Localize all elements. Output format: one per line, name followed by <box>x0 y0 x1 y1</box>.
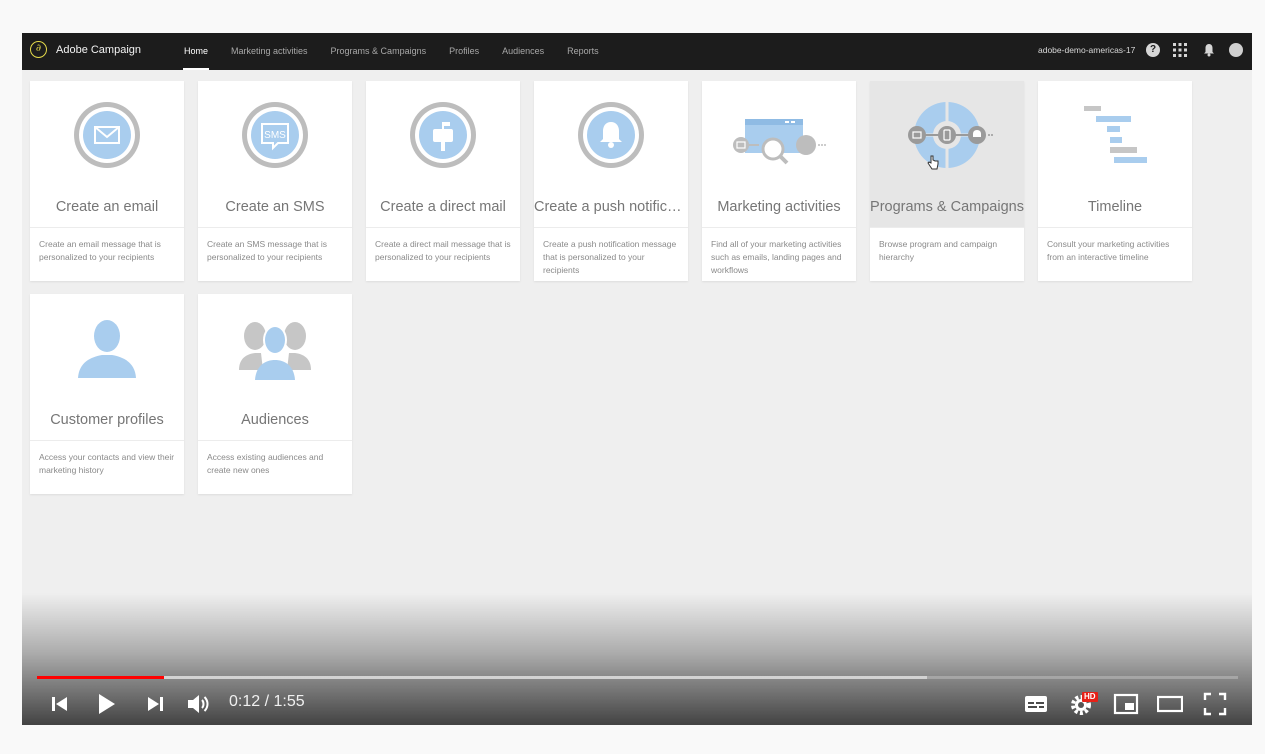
tile-description: Access existing audiences and create new… <box>207 452 324 475</box>
user-avatar[interactable] <box>1229 43 1243 57</box>
mailbox-icon <box>410 102 476 168</box>
tile-title: Programs & Campaigns <box>870 199 1024 215</box>
tile-create-sms[interactable]: SMS Create an SMS Create an SMS message … <box>198 81 352 281</box>
tile-audiences[interactable]: Audiences Access existing audiences and … <box>198 294 352 494</box>
programs-campaigns-icon <box>908 102 993 168</box>
audiences-icon <box>239 322 311 380</box>
help-icon[interactable]: ? <box>1146 43 1160 57</box>
divider <box>534 227 688 228</box>
tile-title: Audiences <box>241 412 309 428</box>
nav-reports[interactable]: Reports <box>567 33 599 70</box>
hand-cursor-icon <box>927 155 939 170</box>
main-nav: Home Marketing activities Programs & Cam… <box>182 33 622 70</box>
tile-create-push-notification[interactable]: Create a push notificati... Create a pus… <box>534 81 688 281</box>
nav-audiences[interactable]: Audiences <box>502 33 544 70</box>
video-player[interactable]: ∂ Adobe Campaign Home Marketing activiti… <box>22 33 1252 725</box>
tile-description: Create an SMS message that is personaliz… <box>207 239 328 262</box>
account-name[interactable]: adobe-demo-americas-17 <box>1038 45 1135 55</box>
tile-title: Create an email <box>55 199 159 215</box>
divider <box>870 227 1024 228</box>
previous-icon[interactable] <box>47 691 73 717</box>
tile-header: Programs & Campaigns <box>870 81 1024 227</box>
tile-programs-campaigns[interactable]: Programs & Campaigns Browse program and … <box>870 81 1024 281</box>
tile-title: Create a push notificati... <box>534 199 688 215</box>
tile-customer-profiles[interactable]: Customer profiles Access your contacts a… <box>30 294 184 494</box>
divider <box>366 227 520 228</box>
time-display: 0:12 / 1:55 <box>229 693 305 710</box>
tile-title: Customer profiles <box>50 412 164 428</box>
next-icon[interactable] <box>142 691 168 717</box>
timeline-icon <box>1084 106 1147 163</box>
nav-marketing-activities[interactable]: Marketing activities <box>231 33 308 70</box>
tile-header: Audiences <box>198 294 352 440</box>
tile-header: Create an email <box>30 81 184 227</box>
divider <box>198 440 352 441</box>
tile-marketing-activities[interactable]: Marketing activities Find all of your ma… <box>702 81 856 281</box>
tile-header: Marketing activities <box>702 81 856 227</box>
progress-buffered <box>37 676 927 679</box>
progress-played <box>37 676 165 679</box>
tile-description: Create a direct mail message that is per… <box>375 239 511 262</box>
nav-programs-campaigns[interactable]: Programs & Campaigns <box>331 33 427 70</box>
sms-icon: SMS <box>242 102 308 168</box>
tile-create-email[interactable]: Create an email Create an email message … <box>30 81 184 281</box>
app-grid-icon[interactable] <box>1173 43 1187 57</box>
tile-title: Create an SMS <box>225 199 325 215</box>
tile-header: Timeline <box>1038 81 1192 227</box>
nav-profiles[interactable]: Profiles <box>449 33 479 70</box>
miniplayer-icon[interactable] <box>1113 691 1139 717</box>
tile-header: Create a direct mail <box>366 81 520 227</box>
marketing-activities-icon <box>733 119 826 165</box>
tile-description: Consult your marketing activities from a… <box>1047 239 1170 262</box>
sms-icon-label: SMS <box>264 130 286 141</box>
tile-description: Find all of your marketing activities su… <box>711 239 842 275</box>
app-name: Adobe Campaign <box>56 44 142 56</box>
adobe-campaign-logo-icon: ∂ <box>30 41 47 58</box>
subtitles-icon[interactable] <box>1023 691 1049 717</box>
settings-button[interactable]: HD <box>1068 691 1098 717</box>
volume-icon[interactable] <box>185 691 211 717</box>
app-header: ∂ Adobe Campaign Home Marketing activiti… <box>22 33 1252 70</box>
tile-description: Access your contacts and view their mark… <box>39 452 175 475</box>
progress-bar[interactable] <box>37 676 1238 679</box>
email-icon <box>74 102 140 168</box>
play-icon[interactable] <box>93 691 119 717</box>
divider <box>702 227 856 228</box>
hd-badge: HD <box>1082 692 1098 702</box>
push-bell-icon <box>578 102 644 168</box>
divider <box>198 227 352 228</box>
fullscreen-icon[interactable] <box>1202 691 1228 717</box>
tile-title: Timeline <box>1087 199 1143 215</box>
theater-mode-icon[interactable] <box>1157 691 1183 717</box>
tile-create-direct-mail[interactable]: Create a direct mail Create a direct mai… <box>366 81 520 281</box>
tile-header: SMS Create an SMS <box>198 81 352 227</box>
tile-description: Create an email message that is personal… <box>39 239 161 262</box>
divider <box>30 440 184 441</box>
tile-title: Marketing activities <box>717 199 841 215</box>
divider <box>1038 227 1192 228</box>
tile-description: Create a push notification message that … <box>543 239 677 275</box>
tile-timeline[interactable]: Timeline Consult your marketing activiti… <box>1038 81 1192 281</box>
tile-description: Browse program and campaign hierarchy <box>879 239 998 262</box>
profile-icon <box>78 320 136 378</box>
divider <box>30 227 184 228</box>
nav-home[interactable]: Home <box>182 33 210 70</box>
tile-header: Create a push notificati... <box>534 81 688 227</box>
tile-title: Create a direct mail <box>380 199 506 215</box>
notifications-bell-icon[interactable] <box>1202 43 1216 57</box>
tile-header: Customer profiles <box>30 294 184 440</box>
